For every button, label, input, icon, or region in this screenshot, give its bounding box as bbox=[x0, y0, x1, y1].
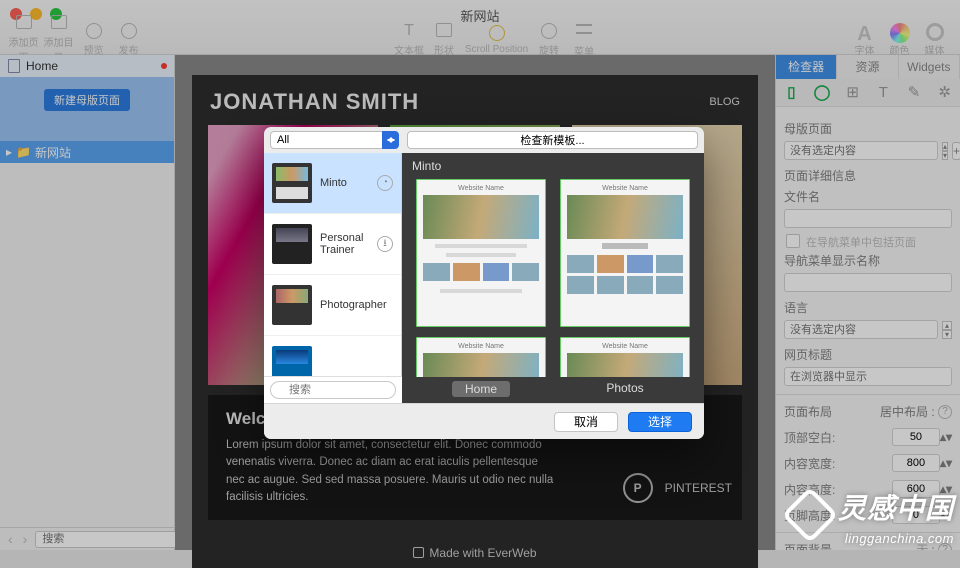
filter-dropdown-button[interactable] bbox=[382, 131, 399, 149]
preview-page[interactable]: Website Name bbox=[416, 337, 546, 377]
template-item-trainer[interactable]: Personal Trainer ⭳ bbox=[264, 214, 401, 275]
preview-page[interactable]: Website Name bbox=[560, 337, 690, 377]
check-new-templates-button[interactable]: 检查新模板... bbox=[407, 131, 698, 149]
template-item-photographer[interactable]: Photographer bbox=[264, 275, 401, 336]
template-search-input[interactable] bbox=[270, 381, 396, 399]
clock-icon: ◔ bbox=[377, 175, 393, 191]
preview-title: Minto bbox=[402, 153, 704, 179]
template-list[interactable]: Minto ◔ Personal Trainer ⭳ Photographer bbox=[264, 153, 402, 376]
preview-label-home: Home bbox=[452, 381, 510, 397]
select-button[interactable]: 选择 bbox=[628, 412, 692, 432]
template-preview: Minto Website Name Website Name Website … bbox=[402, 153, 704, 403]
download-icon[interactable]: ⭳ bbox=[377, 236, 393, 252]
preview-label-photos: Photos bbox=[560, 381, 690, 397]
template-item[interactable] bbox=[264, 336, 401, 376]
filter-select[interactable] bbox=[270, 131, 382, 149]
preview-page-home[interactable]: Website Name bbox=[416, 179, 546, 327]
template-picker-modal: 检查新模板... Minto ◔ Personal Trainer ⭳ Phot… bbox=[264, 127, 704, 439]
template-item-minto[interactable]: Minto ◔ bbox=[264, 153, 401, 214]
cancel-button[interactable]: 取消 bbox=[554, 412, 618, 432]
preview-page-photos[interactable]: Website Name bbox=[560, 179, 690, 327]
